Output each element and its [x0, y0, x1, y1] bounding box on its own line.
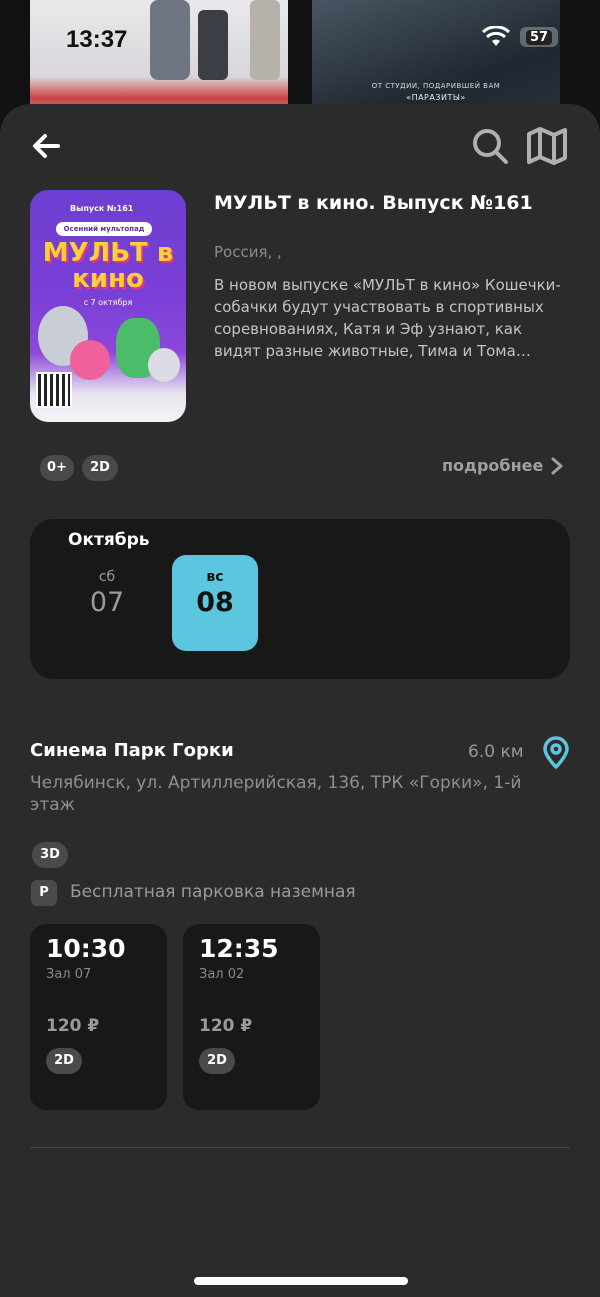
poster-caption-title: «ПАРАЗИТЫ»	[406, 93, 466, 102]
movie-title: МУЛЬТ в кино. Выпуск №161	[214, 192, 533, 214]
status-time: 13:37	[66, 26, 128, 53]
chevron-right-icon	[551, 457, 563, 474]
day-number: 07	[89, 587, 125, 618]
session-card[interactable]: 10:30 Зал 07 120 ₽ 2D	[30, 924, 167, 1110]
session-price: 120 ₽	[46, 1016, 100, 1036]
age-rating-badge: 0+	[40, 455, 74, 481]
session-format-badge: 2D	[46, 1048, 82, 1074]
month-label: Октябрь	[68, 530, 150, 550]
poster-date: с 7 октября	[83, 298, 133, 307]
date-item-07[interactable]: сб 07	[64, 555, 150, 651]
cinema-name[interactable]: Синема Парк Горки	[30, 740, 234, 761]
session-time: 10:30	[46, 934, 126, 963]
poster-character	[148, 348, 180, 382]
date-picker: Октябрь сб 07 вс 08	[30, 519, 570, 679]
map-icon[interactable]	[526, 126, 568, 166]
location-pin-icon[interactable]	[542, 736, 570, 770]
movie-sheet: Выпуск №161 Осенний мультопад МУЛЬТ в ки…	[0, 104, 600, 1297]
poster-qr-code	[36, 372, 72, 408]
movie-poster[interactable]: Выпуск №161 Осенний мультопад МУЛЬТ в ки…	[30, 190, 186, 422]
session-format-badge: 2D	[199, 1048, 235, 1074]
more-details-label: подробнее	[442, 456, 544, 475]
poster-issue: Выпуск №161	[70, 204, 134, 213]
parking-icon: P	[31, 880, 57, 906]
session-card[interactable]: 12:35 Зал 02 120 ₽ 2D	[183, 924, 320, 1110]
cinema-format-badge: 3D	[32, 842, 68, 868]
poster-caption: ОТ СТУДИИ, ПОДАРИВШЕЙ ВАМ	[371, 82, 501, 90]
divider	[30, 1147, 570, 1148]
cinema-address: Челябинск, ул. Артиллерийская, 136, ТРК …	[30, 773, 522, 815]
cinema-distance: 6.0 км	[468, 742, 524, 762]
date-item-08-selected[interactable]: вс 08	[172, 555, 258, 651]
session-time: 12:35	[199, 934, 279, 963]
movie-country: Россия, ,	[214, 243, 282, 261]
poster-subtitle: Осенний мультопад	[56, 222, 152, 236]
arrow-left-icon[interactable]	[28, 128, 64, 164]
status-icons: 57	[482, 26, 558, 48]
session-hall: Зал 07	[46, 967, 92, 982]
session-hall: Зал 02	[199, 967, 245, 982]
poster-character	[70, 340, 110, 380]
day-number: 08	[196, 587, 234, 618]
home-indicator[interactable]	[194, 1277, 408, 1285]
wifi-icon	[482, 26, 510, 46]
format-badge: 2D	[82, 455, 118, 481]
battery-icon: 57	[520, 27, 558, 47]
session-price: 120 ₽	[199, 1016, 253, 1036]
poster-title: МУЛЬТ в кино	[42, 238, 174, 294]
movie-description: В новом выпуске «МУЛЬТ в кино» Кошечки-с…	[214, 276, 561, 360]
battery-level: 57	[525, 29, 553, 45]
search-icon[interactable]	[470, 126, 510, 166]
day-of-week: вс	[206, 569, 224, 585]
more-details-link[interactable]: подробнее	[442, 456, 563, 475]
day-of-week: сб	[98, 569, 116, 585]
parking-info: Бесплатная парковка наземная	[70, 882, 356, 902]
